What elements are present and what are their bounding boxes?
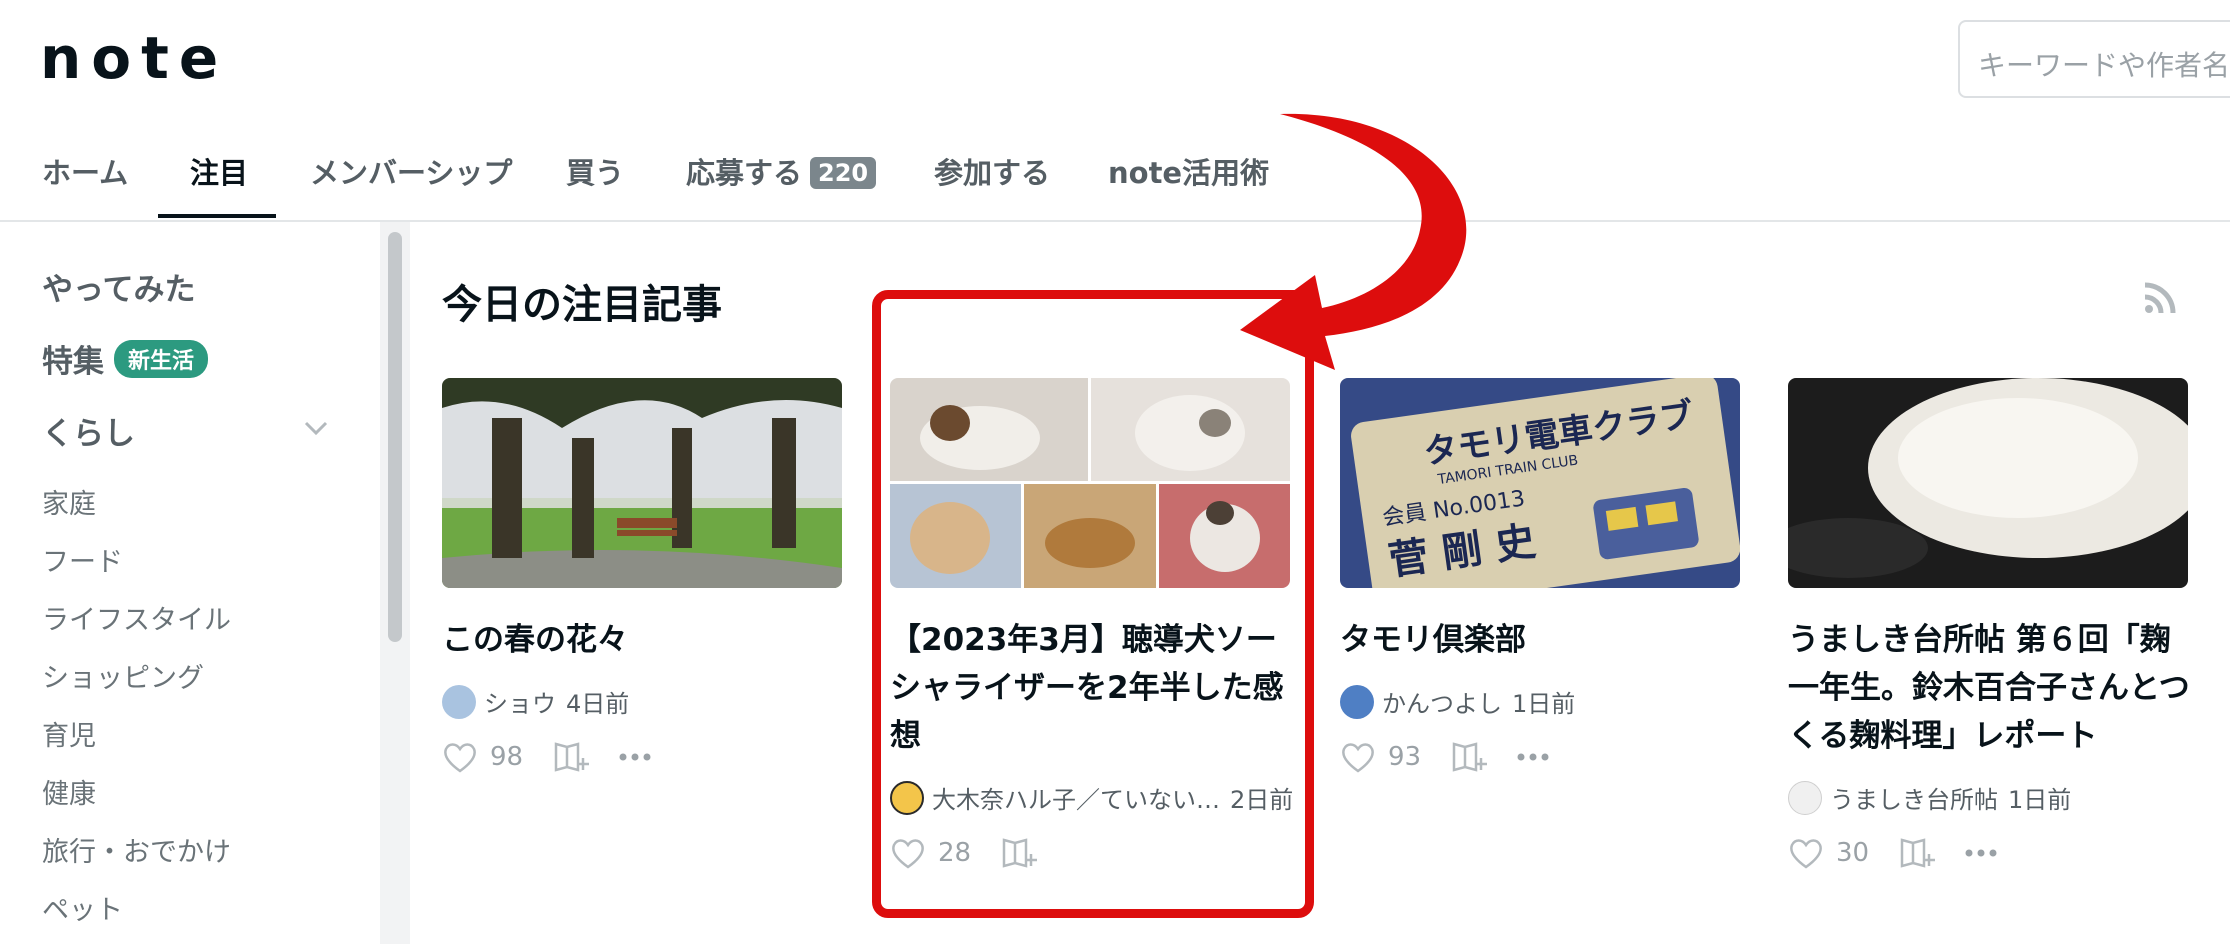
sidebar-item-health[interactable]: 健康 <box>42 772 96 811</box>
more-menu-icon[interactable] <box>1961 836 2001 870</box>
like-count: 30 <box>1836 838 1870 868</box>
chevron-down-icon[interactable] <box>300 412 332 444</box>
new-life-badge: 新生活 <box>114 340 209 378</box>
section-title: 今日の注目記事 <box>442 282 722 328</box>
tab-join[interactable]: 参加する <box>934 150 1050 220</box>
sidebar-item-lifestyle[interactable]: ライフスタイル <box>42 598 231 637</box>
sidebar-heading-label: くらし <box>42 416 135 452</box>
heart-icon[interactable] <box>1788 836 1824 870</box>
author-name[interactable]: かんつよし <box>1382 684 1502 719</box>
like-count: 98 <box>490 742 524 772</box>
sidebar-item-home[interactable]: 家庭 <box>42 482 96 521</box>
tab-label: ホーム <box>42 156 129 190</box>
magazine-add-icon[interactable] <box>553 740 591 774</box>
author-avatar[interactable] <box>442 684 476 719</box>
sidebar-heading-kurashi[interactable]: くらし <box>42 408 135 453</box>
magazine-add-icon[interactable] <box>1001 836 1039 870</box>
author-name[interactable]: ショウ <box>484 684 556 719</box>
sidebar-item-childcare[interactable]: 育児 <box>42 714 96 753</box>
article-thumbnail[interactable]: タモリ電車クラブ TAMORI TRAIN CLUB 会員 No.0013 菅 … <box>1340 378 1740 588</box>
post-time: 4日前 <box>566 690 630 718</box>
article-actions: 98 <box>442 740 655 774</box>
article-byline: ショウ 4日前 <box>442 684 629 719</box>
author-avatar[interactable] <box>1788 780 1822 815</box>
tab-featured[interactable]: 注目 <box>190 150 248 220</box>
tab-label: 注目 <box>190 156 249 190</box>
dog-collage-image <box>890 378 1290 588</box>
post-time: 1日前 <box>1512 690 1576 718</box>
active-tab-indicator <box>158 214 276 218</box>
author-name[interactable]: うましき台所帖 <box>1830 780 1998 815</box>
sidebar-item-food[interactable]: フード <box>42 540 123 579</box>
article-byline: 大木奈ハル子／ていない… 2日前 <box>890 780 1293 815</box>
sidebar-item-travel[interactable]: 旅行・おでかけ <box>42 830 231 869</box>
search-placeholder: キーワードや作者名 <box>1978 49 2230 82</box>
heart-icon[interactable] <box>1340 740 1376 774</box>
tab-buy[interactable]: 買う <box>566 150 624 220</box>
more-menu-icon[interactable] <box>615 740 655 774</box>
heart-icon[interactable] <box>442 740 478 774</box>
magazine-add-icon[interactable] <box>1451 740 1489 774</box>
tab-note-tips[interactable]: note活用術 <box>1108 150 1269 220</box>
article-actions: 30 <box>1788 836 2001 870</box>
sidebar-scrollbar-thumb[interactable] <box>388 232 402 642</box>
article-thumbnail[interactable] <box>442 378 842 588</box>
sidebar-heading-label: 特集 <box>42 344 104 380</box>
post-time: 2日前 <box>1230 786 1294 814</box>
logo-text: note <box>40 26 228 92</box>
tab-label: 参加する <box>934 156 1051 190</box>
article-actions: 93 <box>1340 740 1553 774</box>
koji-rice-image <box>1788 378 2188 588</box>
article-title[interactable]: 【2023年3月】聴導犬ソーシャライザーを2年半した感想 <box>890 616 1300 760</box>
article-title[interactable]: タモリ倶楽部 <box>1340 616 1750 664</box>
article-actions: 28 <box>890 836 1039 870</box>
like-count: 93 <box>1388 742 1422 772</box>
article-title[interactable]: うましき台所帖 第６回「麹一年生。鈴木百合子さんとつくる麹料理」レポート <box>1788 616 2198 760</box>
article-thumbnail[interactable] <box>890 378 1290 588</box>
post-time: 1日前 <box>2008 786 2072 814</box>
author-avatar[interactable] <box>1340 684 1374 719</box>
article-thumbnail[interactable] <box>1788 378 2188 588</box>
author-name[interactable]: 大木奈ハル子／ていない… <box>932 780 1220 815</box>
more-menu-icon[interactable] <box>1513 740 1553 774</box>
tab-label: メンバーシップ <box>310 156 513 190</box>
sidebar-heading-feature[interactable]: 特集 新生活 <box>42 336 209 381</box>
tab-label: 買う <box>566 156 625 190</box>
tab-label: 応募する <box>686 156 803 190</box>
article-byline: かんつよし 1日前 <box>1340 684 1575 719</box>
search-field[interactable]: キーワードや作者名 <box>1958 20 2230 98</box>
magazine-add-icon[interactable] <box>1899 836 1937 870</box>
article-byline: うましき台所帖 1日前 <box>1788 780 2071 815</box>
tamori-card-image: タモリ電車クラブ TAMORI TRAIN CLUB 会員 No.0013 菅 … <box>1340 378 1740 588</box>
sidebar-item-pet[interactable]: ペット <box>42 888 123 927</box>
author-avatar[interactable] <box>890 780 924 815</box>
tab-label: note活用術 <box>1108 156 1270 190</box>
category-tabs: ホーム 注目 メンバーシップ 買う 応募する 220 参加する note活用術 <box>0 130 2230 220</box>
heart-icon[interactable] <box>890 836 926 870</box>
category-sidebar: やってみた 特集 新生活 くらし 家庭 フード ライフスタイル ショッピング 育児… <box>0 222 380 944</box>
apply-count-badge: 220 <box>810 157 877 189</box>
sidebar-item-shopping[interactable]: ショッピング <box>42 656 204 695</box>
tab-home[interactable]: ホーム <box>42 150 128 220</box>
note-logo[interactable]: note <box>40 26 240 96</box>
article-title[interactable]: この春の花々 <box>442 616 852 664</box>
like-count: 28 <box>938 838 972 868</box>
rss-icon[interactable] <box>2142 280 2178 316</box>
sidebar-heading-yattemita[interactable]: やってみた <box>42 264 195 309</box>
tab-membership[interactable]: メンバーシップ <box>310 150 512 220</box>
sidebar-heading-label: やってみた <box>42 272 196 308</box>
tab-apply[interactable]: 応募する 220 <box>686 150 877 220</box>
park-image <box>442 378 842 588</box>
